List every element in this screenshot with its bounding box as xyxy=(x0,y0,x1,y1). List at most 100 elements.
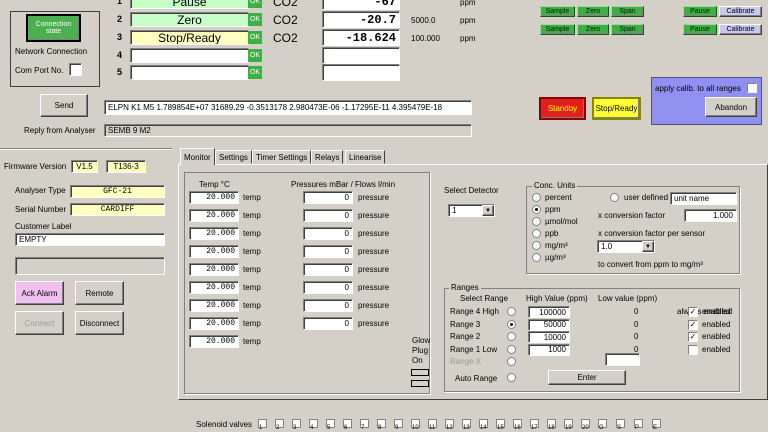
unit-label: ppm xyxy=(545,205,561,214)
temperature-value: 20.000 xyxy=(189,263,239,276)
gas-label: CO2 xyxy=(273,0,298,9)
solenoid-valve-number: 6 xyxy=(344,425,348,431)
range-radio[interactable] xyxy=(507,344,516,354)
range-high-input[interactable]: 50000 xyxy=(528,318,570,331)
temp-header: Temp °C xyxy=(199,180,230,189)
range-enabled-checkbox[interactable]: ✓ xyxy=(688,307,698,317)
sample-button[interactable]: Sample xyxy=(540,6,575,17)
range-high-input[interactable]: 1000 xyxy=(528,343,570,356)
unit-label: µmol/mol xyxy=(545,217,578,226)
channel-value xyxy=(322,64,400,81)
range-high-input[interactable]: 10000 xyxy=(528,331,570,343)
span-button[interactable]: Span xyxy=(611,24,644,35)
channel-ok-indicator: OK xyxy=(248,66,262,79)
solenoid-valve-number: 2 xyxy=(276,425,280,431)
pause-button[interactable]: Pause xyxy=(683,6,717,17)
range-high-input[interactable]: 100000 xyxy=(528,306,570,318)
range-enabled-label: enabled xyxy=(702,319,731,329)
span-button[interactable]: Span xyxy=(611,6,644,17)
unit-radio[interactable] xyxy=(532,229,541,238)
range-radio[interactable] xyxy=(507,357,516,366)
unit-radio[interactable] xyxy=(532,205,541,214)
unit-radio[interactable] xyxy=(532,253,541,262)
tab-timer-settings[interactable]: Timer Settings xyxy=(252,150,312,164)
high-value-header: High Value (ppm) xyxy=(526,294,588,303)
channel-mode-field[interactable]: Stop/Ready xyxy=(130,30,249,45)
detector-dropdown-icon[interactable]: ▼ xyxy=(482,205,494,216)
command-input[interactable]: ELPN K1 M5 1.789854E+07 31689.29 -0.3513… xyxy=(104,100,472,115)
channel-ok-indicator: OK xyxy=(248,13,262,26)
connect-button[interactable]: Connect xyxy=(15,311,64,335)
status-field xyxy=(15,257,165,275)
unit-radio[interactable] xyxy=(532,217,541,226)
zero-button[interactable]: Zero xyxy=(577,6,609,17)
glow-plug-label: Glow Plug On xyxy=(412,336,431,365)
calibrate-button[interactable]: Calibrate xyxy=(719,6,762,17)
user-defined-label: user defined xyxy=(624,193,669,202)
network-connection-label: Network Connection xyxy=(15,47,88,56)
solenoid-valve-number: 17 xyxy=(531,425,538,431)
tab-monitor[interactable]: Monitor xyxy=(180,148,215,165)
stop-ready-button[interactable]: Stop/Ready xyxy=(592,97,641,120)
tab-settings[interactable]: Settings xyxy=(215,150,252,164)
channel-mode-field[interactable] xyxy=(130,48,249,63)
gas-label: CO2 xyxy=(273,13,298,27)
channel-number: 4 xyxy=(117,50,123,60)
detector-value: 1 xyxy=(452,206,457,215)
tab-relays[interactable]: Relays xyxy=(311,150,344,164)
user-defined-radio[interactable] xyxy=(610,193,619,202)
com-port-field[interactable] xyxy=(69,63,82,76)
temperature-value: 20.000 xyxy=(189,317,239,330)
ack-alarm-button[interactable]: Ack Alarm xyxy=(15,281,64,305)
range-x-low-input[interactable] xyxy=(605,353,640,366)
auto-range-radio[interactable] xyxy=(507,373,516,382)
unit-radio[interactable] xyxy=(532,193,541,202)
analyser-type: GFC-21 xyxy=(70,185,165,198)
channel-mode-field[interactable]: Zero xyxy=(130,12,249,27)
zero-button[interactable]: Zero xyxy=(577,24,609,35)
range-enabled-checkbox[interactable]: ✓ xyxy=(688,319,698,330)
solenoid-valve-number: 4 xyxy=(310,425,314,431)
send-button[interactable]: Send xyxy=(40,94,88,117)
solenoid-valve-number: 1 xyxy=(259,425,263,431)
range-radio[interactable] xyxy=(507,332,516,341)
unit-radio[interactable] xyxy=(532,241,541,250)
channel-range: 100.000 xyxy=(411,34,440,43)
remote-button[interactable]: Remote xyxy=(75,281,124,305)
pressure-value: 0 xyxy=(303,191,353,204)
range-enabled-checkbox[interactable]: ✓ xyxy=(688,332,698,342)
unit-name-input[interactable]: unit name xyxy=(670,192,737,205)
channel-mode-field[interactable] xyxy=(130,65,249,80)
per-sensor-dropdown-icon[interactable]: ▼ xyxy=(642,241,654,252)
auto-range-label: Auto Range xyxy=(455,374,498,383)
pause-button[interactable]: Pause xyxy=(683,24,717,35)
enter-button[interactable]: Enter xyxy=(548,370,626,385)
sample-button[interactable]: Sample xyxy=(540,24,575,35)
pressure-unit: pressure xyxy=(358,301,390,310)
conversion-factor-input[interactable]: 1.000 xyxy=(684,209,737,222)
solenoid-valve-number: 19 xyxy=(565,425,572,431)
disconnect-button[interactable]: Disconnect xyxy=(75,311,124,335)
tab-linearise[interactable]: Linearise xyxy=(345,150,386,164)
firmware-build: T136-3 xyxy=(106,160,146,173)
customer-label-input[interactable]: EMPTY xyxy=(15,233,165,246)
temp-unit: temp xyxy=(243,319,261,328)
range-enabled-checkbox[interactable] xyxy=(688,344,698,355)
calibrate-button[interactable]: Calibrate xyxy=(719,24,762,35)
serial-label: Serial Number xyxy=(15,205,67,214)
standby-button[interactable]: Standby xyxy=(539,97,586,120)
pressure-unit: pressure xyxy=(358,265,390,274)
range-radio[interactable] xyxy=(507,319,516,329)
solenoid-label: Solenoid valves xyxy=(196,420,253,429)
range-radio[interactable] xyxy=(507,307,516,316)
range-name: Range X xyxy=(450,357,482,366)
pressure-value: 0 xyxy=(303,299,353,312)
abandon-button[interactable]: Abandon xyxy=(705,97,757,117)
conc-units-title: Conc. Units xyxy=(532,181,578,190)
channel-mode-field[interactable]: Pause xyxy=(130,0,249,9)
glow-plug-indicator-2 xyxy=(411,380,429,387)
apply-calib-checkbox[interactable] xyxy=(747,83,757,93)
connection-state-button[interactable]: Connection state xyxy=(26,14,81,42)
range-enabled-label: enabled xyxy=(702,307,731,316)
gas-label: CO2 xyxy=(273,31,298,45)
